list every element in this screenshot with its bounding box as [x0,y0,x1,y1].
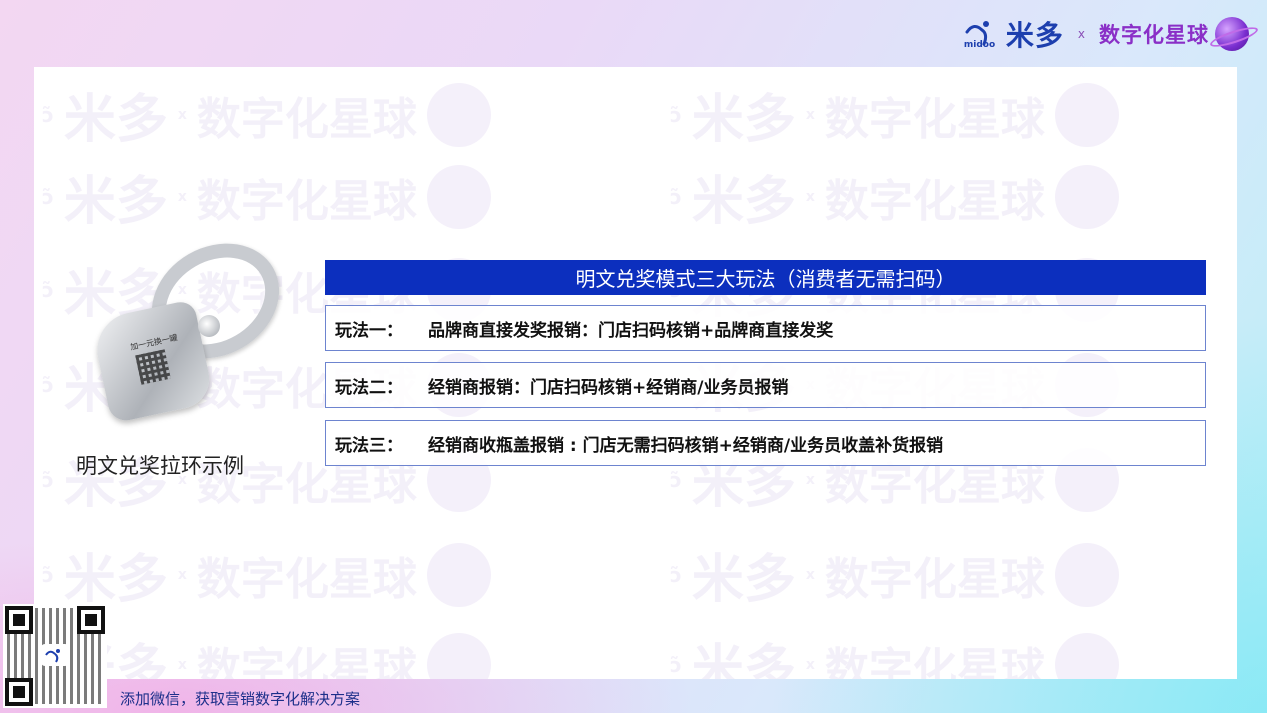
watermark: ɔ̃米多x数字化星球 [670,537,1119,612]
partner-name: 数字化星球 [1099,23,1209,47]
midoo-logo-icon: midoo [964,16,1000,52]
watermark: ɔ̃米多x数字化星球 [42,537,491,612]
watermark: ɔ̃米多x数字化星球 [670,77,1119,152]
ring-pull-caption: 明文兑奖拉环示例 [76,454,244,478]
method-label: 玩法三： [335,435,403,456]
method-text: 经销商报销：门店扫码核销+经销商/业务员报销 [428,377,789,398]
brand-header: midoo 米多 x 数字化星球 [964,14,1249,54]
method-row-1: 玩法一： 品牌商直接发奖报销：门店扫码核销+品牌商直接发奖 [325,305,1206,351]
brand-separator: x [1077,27,1085,41]
content-panel: ɔ̃ 米多 x 数字化星球 ɔ̃ 米多 x 数字化星球 ɔ̃ 米多 x 数字化星球 ɔ̃ 米多 x 数字… [34,67,1237,679]
qr-finder-icon [77,606,105,634]
watermark: ɔ̃米多x数字化星球 [42,159,491,234]
method-label: 玩法二： [335,377,403,398]
watermark: ɔ̃米多x数字化星球 [670,159,1119,234]
watermark: ɔ̃米多x数字化星球 [42,627,491,679]
method-label: 玩法一： [335,320,403,341]
method-row-3: 玩法三： 经销商收瓶盖报销 : 门店无需扫码核销+经销商/业务员收盖补货报销 [325,420,1206,466]
ring-pull-rivet [198,315,220,337]
brand-name-en: midoo [963,40,996,50]
ring-pull-image: 加一元换一罐 [90,220,301,424]
watermark: ɔ̃米多x数字化星球 [42,77,491,152]
wechat-qr-code[interactable] [3,604,107,708]
qr-center-logo-icon [41,644,69,666]
planet-icon [1215,17,1249,51]
footer-caption: 添加微信，获取营销数字化解决方案 [120,690,361,708]
method-row-2: 玩法二： 经销商报销：门店扫码核销+经销商/业务员报销 [325,362,1206,408]
qr-finder-icon [5,678,33,706]
method-text: 品牌商直接发奖报销：门店扫码核销+品牌商直接发奖 [428,320,834,341]
section-title: 明文兑奖模式三大玩法（消费者无需扫码） [325,260,1206,295]
method-text: 经销商收瓶盖报销 : 门店无需扫码核销+经销商/业务员收盖补货报销 [428,435,944,456]
ring-pull-qr-icon [135,349,171,385]
watermark: ɔ̃米多x数字化星球 [670,627,1119,679]
brand-name-cn: 米多 [1005,19,1064,52]
qr-finder-icon [5,606,33,634]
